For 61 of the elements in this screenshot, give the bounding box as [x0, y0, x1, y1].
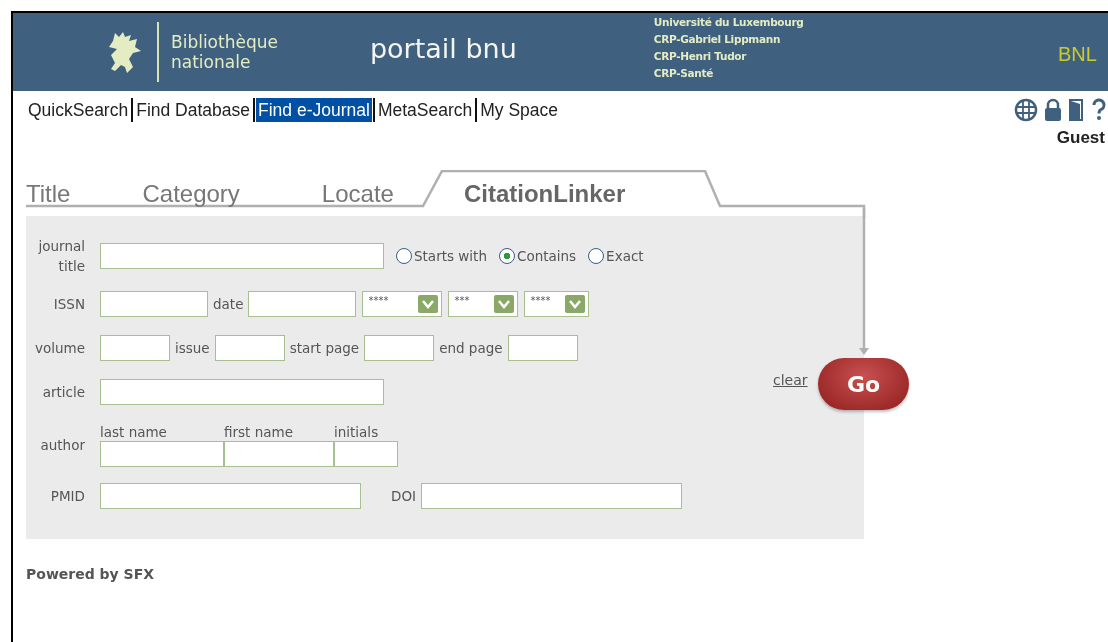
- partner-name: CRP-Henri Tudor: [653, 49, 748, 64]
- field-label: end page: [439, 340, 503, 356]
- partner-name: Université du Luxembourg: [653, 15, 804, 30]
- nav-link[interactable]: QuickSearch: [26, 98, 131, 122]
- end-page-field[interactable]: [507, 335, 578, 361]
- nav-link[interactable]: MetaSearch: [375, 98, 475, 122]
- start-page-field[interactable]: [364, 335, 435, 361]
- issn-field[interactable]: [100, 291, 208, 317]
- field-label: ISSN: [52, 295, 85, 314]
- tab[interactable]: CitationLinker: [463, 180, 626, 208]
- library-name: Bibliothèque: [171, 32, 278, 52]
- globe-icon[interactable]: [1014, 98, 1038, 122]
- nav-link[interactable]: Find Database: [134, 98, 252, 122]
- radio-button[interactable]: [396, 248, 412, 264]
- clear-link[interactable]: clear: [773, 372, 808, 388]
- library-name: nationale: [171, 52, 252, 72]
- field-label: issue: [175, 340, 210, 356]
- tab[interactable]: Category: [142, 180, 240, 208]
- partner-name: CRP-Santé: [653, 66, 715, 81]
- last-name-field[interactable]: [100, 441, 224, 467]
- radio-label: Contains: [516, 248, 577, 264]
- date-dropdown[interactable]: ***: [448, 291, 519, 317]
- field-label: article: [41, 383, 85, 402]
- radio-label: Starts with: [414, 248, 487, 264]
- date-field[interactable]: [248, 291, 357, 317]
- door-icon[interactable]: [1068, 98, 1086, 122]
- go-button[interactable]: Go: [818, 358, 909, 410]
- lock-icon[interactable]: [1044, 98, 1062, 122]
- date-dropdown[interactable]: ****: [362, 291, 443, 317]
- user-name: Guest: [1056, 128, 1105, 148]
- field-label: volume: [34, 339, 85, 358]
- first-name-field[interactable]: [224, 441, 334, 467]
- brand-name: BNL: [1058, 43, 1097, 66]
- help-icon[interactable]: [1092, 98, 1106, 122]
- field-label: journal title: [37, 237, 85, 276]
- field-label: initials: [334, 423, 380, 441]
- partner-name: CRP-Gabriel Lippmann: [653, 32, 782, 47]
- field-label: PMID: [49, 487, 85, 506]
- field-label: first name: [224, 423, 294, 441]
- portal-title: portail bnu: [369, 32, 517, 64]
- volume-field[interactable]: [100, 335, 170, 361]
- field-label: start page: [289, 340, 360, 356]
- radio-label: Exact: [606, 248, 644, 264]
- tab[interactable]: Locate: [321, 180, 394, 208]
- radio-button[interactable]: [498, 248, 515, 264]
- powered-by-text: Powered by SFX: [26, 566, 156, 582]
- radio-button[interactable]: [588, 248, 605, 264]
- article-field[interactable]: [100, 379, 384, 405]
- nav-link[interactable]: Find e-Journal: [256, 98, 372, 122]
- field-label: date: [213, 296, 244, 312]
- date-dropdown[interactable]: ****: [524, 291, 590, 317]
- field-label: author: [39, 436, 85, 455]
- pmid-field[interactable]: [100, 483, 361, 509]
- field-label: DOI: [391, 488, 416, 504]
- initials-field[interactable]: [334, 441, 398, 467]
- issue-field[interactable]: [214, 335, 285, 361]
- doi-field[interactable]: [421, 483, 682, 509]
- nav-link[interactable]: My Space: [478, 98, 561, 122]
- tab[interactable]: Title: [26, 180, 71, 208]
- field-label: last name: [100, 423, 168, 441]
- journal-title-field[interactable]: [100, 243, 384, 269]
